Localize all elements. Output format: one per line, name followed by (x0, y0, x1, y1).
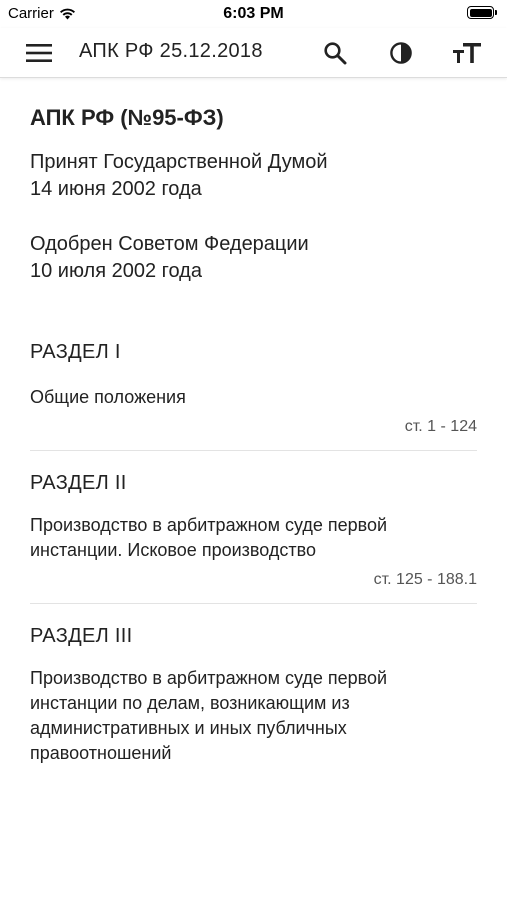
approval-info: Одобрен Советом Федерации 10 июля 2002 г… (30, 231, 477, 285)
status-bar: Carrier 6:03 PM (0, 0, 507, 28)
document-title: АПК РФ (№95-ФЗ) (30, 105, 224, 130)
menu-button[interactable] (24, 38, 54, 68)
approved-by-federation-council: Одобрен Советом Федерации (30, 233, 309, 255)
section-description: Производство в арбитражном суде первой и… (30, 513, 477, 563)
text-size-icon (453, 43, 481, 63)
adopted-by-duma: Принят Государственной Думой (30, 151, 328, 173)
document-content: АПК РФ (№95-ФЗ) Принят Государственной Д… (0, 105, 507, 780)
section-heading: РАЗДЕЛ I (30, 341, 121, 363)
section-description: Производство в арбитражном суде первой и… (30, 666, 477, 766)
contrast-icon (390, 42, 412, 64)
section-heading: РАЗДЕЛ II (30, 472, 127, 494)
text-size-button[interactable] (452, 38, 482, 68)
section-description-line: инстанции по делам, возникающим из (30, 693, 350, 713)
adoption-info: Принят Государственной Думой 14 июня 200… (30, 149, 477, 203)
section-heading: РАЗДЕЛ III (30, 625, 133, 647)
status-time: 6:03 PM (223, 5, 284, 22)
battery-fill (469, 8, 492, 17)
section-article-range: ст. 1 - 124 (404, 418, 477, 435)
section-description-line: инстанции. Исковое производство (30, 540, 316, 560)
contrast-button[interactable] (386, 38, 416, 68)
battery-tip (495, 10, 497, 15)
section-description: Общие положения (30, 387, 186, 407)
section-description-line: правоотношений (30, 743, 172, 763)
search-icon (324, 42, 347, 65)
adopted-date: 14 июня 2002 года (30, 178, 202, 200)
battery-body (467, 6, 494, 19)
section-description-line: административных и иных публичных (30, 718, 347, 738)
app-bar-title: АПК РФ 25.12.2018 (79, 40, 263, 62)
section-description-line: Производство в арбитражном суде первой (30, 668, 388, 688)
battery-icon (467, 6, 497, 19)
section-item-3[interactable]: РАЗДЕЛ III Производство в арбитражном су… (30, 604, 477, 780)
approved-date: 10 июля 2002 года (30, 260, 202, 282)
section-description-line: Производство в арбитражном суде первой (30, 515, 388, 535)
section-article-range: ст. 125 - 188.1 (373, 571, 477, 588)
section-item-2[interactable]: РАЗДЕЛ II Производство в арбитражном суд… (30, 451, 477, 604)
app-bar: АПК РФ 25.12.2018 (0, 28, 507, 78)
search-button[interactable] (320, 38, 350, 68)
hamburger-menu-icon (26, 44, 52, 62)
section-item-1[interactable]: РАЗДЕЛ I Общие положения ст. 1 - 124 (30, 341, 477, 451)
